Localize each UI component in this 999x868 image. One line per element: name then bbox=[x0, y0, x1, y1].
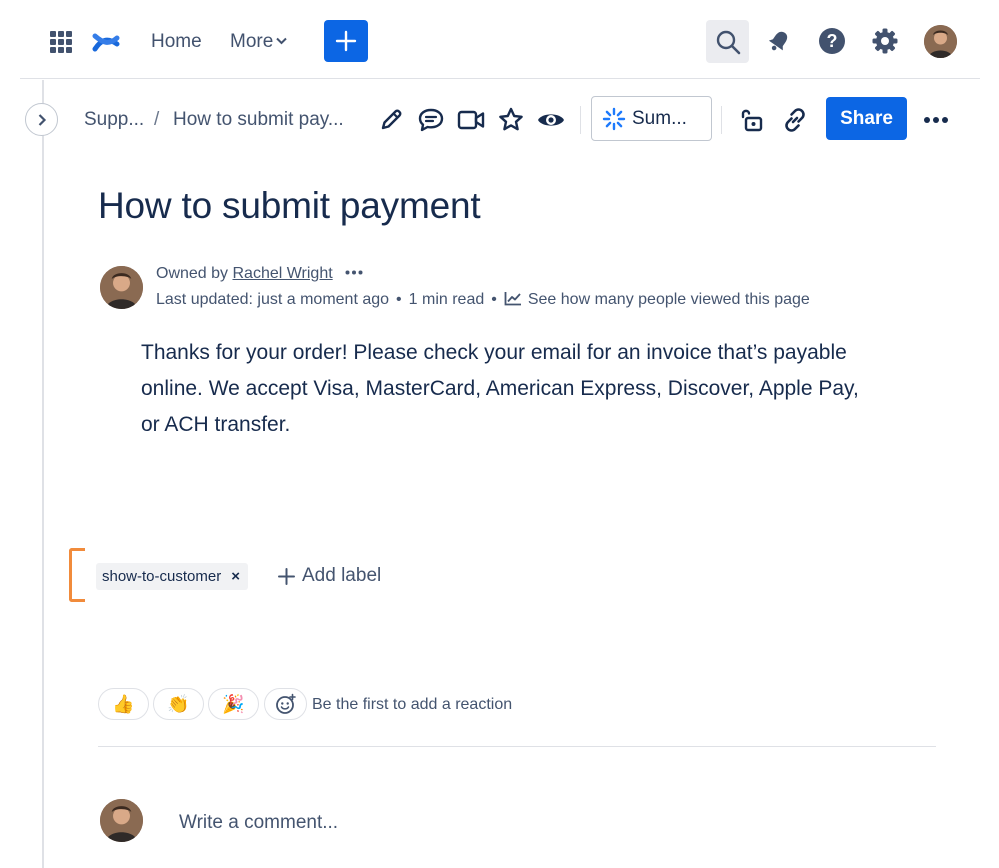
topnav-divider bbox=[20, 78, 980, 79]
comment-input[interactable] bbox=[168, 805, 808, 841]
notifications-button[interactable] bbox=[764, 26, 794, 56]
toolbar-divider bbox=[721, 106, 722, 134]
reaction-thumbs-up-button[interactable]: 👍 bbox=[98, 688, 149, 720]
add-label-text: Add label bbox=[302, 565, 382, 586]
share-button[interactable]: Share bbox=[826, 97, 907, 140]
reaction-party-button[interactable]: 🎉 bbox=[208, 688, 259, 720]
nav-more-label: More bbox=[230, 31, 274, 52]
edit-button[interactable] bbox=[375, 104, 407, 136]
plus-icon bbox=[335, 30, 357, 52]
top-navigation: Home More ? bbox=[0, 0, 999, 80]
ai-sparkle-icon bbox=[602, 107, 626, 130]
content-divider bbox=[98, 746, 936, 747]
breadcrumb-separator: / bbox=[154, 109, 160, 130]
breadcrumb-page[interactable]: How to submit pay... bbox=[173, 109, 344, 131]
breadcrumb-space[interactable]: Supp... bbox=[84, 109, 144, 131]
thumbs-up-icon: 👍 bbox=[112, 693, 135, 714]
nav-more-menu[interactable]: More bbox=[230, 30, 288, 54]
owned-by-prefix: Owned by bbox=[156, 265, 233, 282]
search-icon bbox=[716, 30, 740, 54]
add-label-button[interactable]: Add label bbox=[278, 565, 381, 587]
clapping-hands-icon: 👏 bbox=[167, 693, 190, 714]
user-photo-icon bbox=[100, 266, 143, 309]
help-icon: ? bbox=[819, 28, 845, 54]
commenter-avatar bbox=[100, 799, 143, 842]
app-switcher-icon[interactable] bbox=[50, 31, 72, 53]
chevron-down-icon bbox=[276, 37, 288, 45]
separator-dot: • bbox=[491, 291, 497, 308]
comment-icon bbox=[418, 108, 444, 132]
record-video-button[interactable] bbox=[455, 104, 487, 136]
sidebar-rail bbox=[42, 80, 44, 868]
read-time: 1 min read bbox=[408, 291, 485, 308]
expand-sidebar-button[interactable] bbox=[25, 103, 58, 136]
byline-owner-line: Owned by Rachel Wright bbox=[156, 264, 363, 284]
summarize-button[interactable]: Sum... bbox=[591, 96, 712, 141]
add-emoji-icon bbox=[275, 693, 296, 714]
settings-button[interactable] bbox=[870, 26, 900, 56]
party-popper-icon: 🎉 bbox=[222, 693, 245, 714]
reaction-hint: Be the first to add a reaction bbox=[312, 696, 513, 713]
add-reaction-button[interactable] bbox=[264, 688, 307, 720]
page-analytics-link[interactable]: See how many people viewed this page bbox=[504, 291, 810, 308]
restrictions-button[interactable] bbox=[735, 104, 767, 136]
bell-icon bbox=[768, 31, 788, 51]
label-chip[interactable]: show-to-customer × bbox=[96, 563, 248, 590]
chevron-right-icon bbox=[38, 113, 46, 126]
eye-icon bbox=[538, 114, 564, 126]
last-updated: Last updated: just a moment ago bbox=[156, 291, 390, 308]
search-button[interactable] bbox=[706, 20, 749, 63]
create-button[interactable] bbox=[324, 20, 368, 62]
toolbar-divider bbox=[580, 106, 581, 134]
confluence-logo-icon[interactable] bbox=[92, 28, 120, 56]
reaction-clap-button[interactable]: 👏 bbox=[153, 688, 204, 720]
owner-link[interactable]: Rachel Wright bbox=[232, 265, 332, 282]
svg-text:?: ? bbox=[827, 31, 838, 51]
star-button[interactable] bbox=[495, 104, 527, 136]
star-icon bbox=[499, 107, 523, 131]
byline-meta-line: Last updated: just a moment ago • 1 min re… bbox=[156, 290, 810, 310]
trend-chart-icon bbox=[504, 292, 521, 306]
copy-link-button[interactable] bbox=[779, 104, 811, 136]
more-horizontal-icon bbox=[924, 117, 948, 123]
user-photo-icon bbox=[924, 25, 957, 58]
unlock-icon bbox=[741, 109, 763, 132]
gear-icon bbox=[872, 28, 898, 54]
more-horizontal-icon[interactable] bbox=[345, 270, 363, 275]
watch-button[interactable] bbox=[535, 104, 567, 136]
analytics-label: See how many people viewed this page bbox=[527, 291, 810, 308]
summarize-label: Sum... bbox=[632, 107, 687, 129]
label-text: show-to-customer bbox=[102, 568, 222, 585]
comment-button[interactable] bbox=[415, 104, 447, 136]
nav-home-link[interactable]: Home bbox=[151, 30, 202, 54]
page-body: Thanks for your order! Please check your… bbox=[141, 341, 859, 436]
page-title: How to submit payment bbox=[98, 185, 481, 226]
remove-label-icon[interactable]: × bbox=[231, 568, 240, 585]
link-icon bbox=[785, 108, 805, 132]
plus-icon bbox=[278, 567, 295, 585]
labels-highlight-bracket bbox=[69, 548, 85, 602]
help-button[interactable]: ? bbox=[817, 26, 847, 56]
pencil-icon bbox=[381, 109, 402, 130]
video-camera-icon bbox=[457, 110, 485, 130]
separator-dot: • bbox=[396, 291, 402, 308]
profile-avatar[interactable] bbox=[924, 25, 957, 58]
owner-avatar[interactable] bbox=[100, 266, 143, 309]
more-actions-button[interactable] bbox=[920, 104, 952, 136]
user-photo-icon bbox=[100, 799, 143, 842]
